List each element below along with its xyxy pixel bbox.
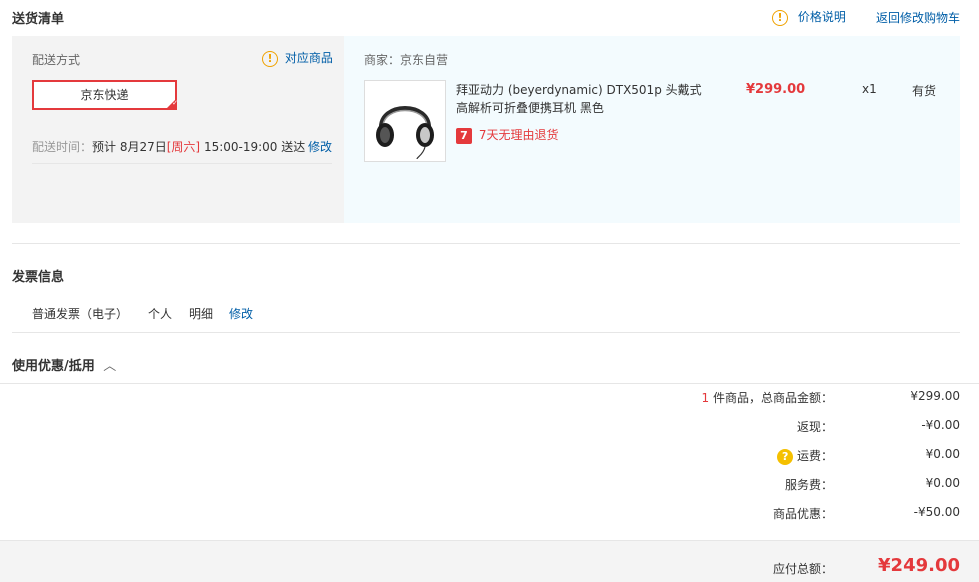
cashback-label: 返现：: [796, 420, 833, 434]
service-fee-value: ¥0.00: [925, 476, 960, 490]
product-thumbnail[interactable]: [364, 80, 446, 162]
shipping-option-label: 京东快递: [80, 88, 129, 102]
subtotal-value: ¥299.00: [910, 389, 960, 403]
invoice-title-type: 个人: [148, 307, 173, 321]
product-price: ¥299.00: [746, 82, 806, 97]
cashback-value: -¥0.00: [921, 418, 960, 432]
merchant-label: 商家：: [364, 53, 401, 67]
delivery-modify-link[interactable]: 修改: [308, 138, 332, 155]
divider: [12, 243, 960, 244]
price-note-link[interactable]: ! 价格说明: [772, 8, 846, 26]
back-to-cart-link[interactable]: 返回修改购物车: [876, 9, 960, 26]
shipping-method-label: 配送方式: [32, 53, 81, 67]
product-title[interactable]: 拜亚动力 (beyerdynamic) DTX501p 头戴式高解析可折叠便携耳…: [456, 81, 706, 117]
corresponding-items-label: 对应商品: [284, 51, 333, 65]
shipping-fee-label-row: ? 运费：: [0, 447, 833, 465]
service-fee-label: 服务费：: [784, 478, 833, 492]
delivery-time: 配送时间：预计 8月27日[周六] 15:00-19:00 送达: [32, 138, 305, 155]
delivery-section-title: 送货清单: [12, 12, 65, 27]
seven-day-return-icon: 7: [456, 127, 472, 144]
invoice-modify-link[interactable]: 修改: [229, 305, 253, 322]
return-policy-label: 7天无理由退货: [478, 128, 559, 142]
divider: [12, 332, 960, 333]
coupon-toggle[interactable]: 使用优惠/抵用 ︿: [12, 355, 116, 374]
invoice-content: 明细: [189, 307, 214, 321]
total-amount: ¥249.00: [878, 555, 960, 576]
divider: [0, 383, 979, 384]
shipping-fee-label: 运费：: [796, 449, 833, 463]
delivery-time-weekday: [周六]: [166, 140, 201, 154]
corresponding-items-link[interactable]: ! 对应商品: [262, 49, 333, 67]
delivery-time-suffix: 15:00-19:00 送达: [200, 140, 306, 154]
delivery-time-prefix: 预计 8月27日: [92, 140, 167, 154]
discount-label: 商品优惠：: [772, 507, 833, 521]
return-policy: 7 7天无理由退货: [456, 126, 558, 144]
invoice-type: 普通发票（电子）: [32, 307, 129, 321]
delivery-time-label: 配送时间：: [32, 140, 93, 154]
question-icon[interactable]: ?: [777, 448, 794, 465]
divider: [32, 163, 332, 164]
product-quantity: x1: [862, 82, 877, 96]
merchant-name: 京东自营: [400, 53, 449, 67]
selected-check-icon: [165, 98, 178, 110]
invoice-section-title: 发票信息: [12, 270, 65, 285]
info-icon: !: [262, 50, 278, 67]
chevron-up-icon: ︿: [103, 359, 117, 374]
total-label: 应付总额：: [772, 562, 833, 576]
price-note-label: 价格说明: [797, 10, 846, 24]
stock-status: 有货: [912, 84, 937, 98]
info-icon: !: [772, 9, 788, 26]
subtotal-row-label: 1 件商品，总商品金额：: [0, 389, 833, 406]
item-count-label: 件商品，总商品金额：: [709, 391, 833, 405]
shipping-option-jd-express[interactable]: 京东快递: [32, 80, 178, 110]
merchant: 商家：京东自营: [364, 51, 448, 68]
discount-value: -¥50.00: [913, 505, 960, 519]
headphones-image: [376, 106, 434, 160]
shipping-fee-value: ¥0.00: [925, 447, 960, 461]
coupon-section-title: 使用优惠/抵用: [12, 359, 95, 374]
